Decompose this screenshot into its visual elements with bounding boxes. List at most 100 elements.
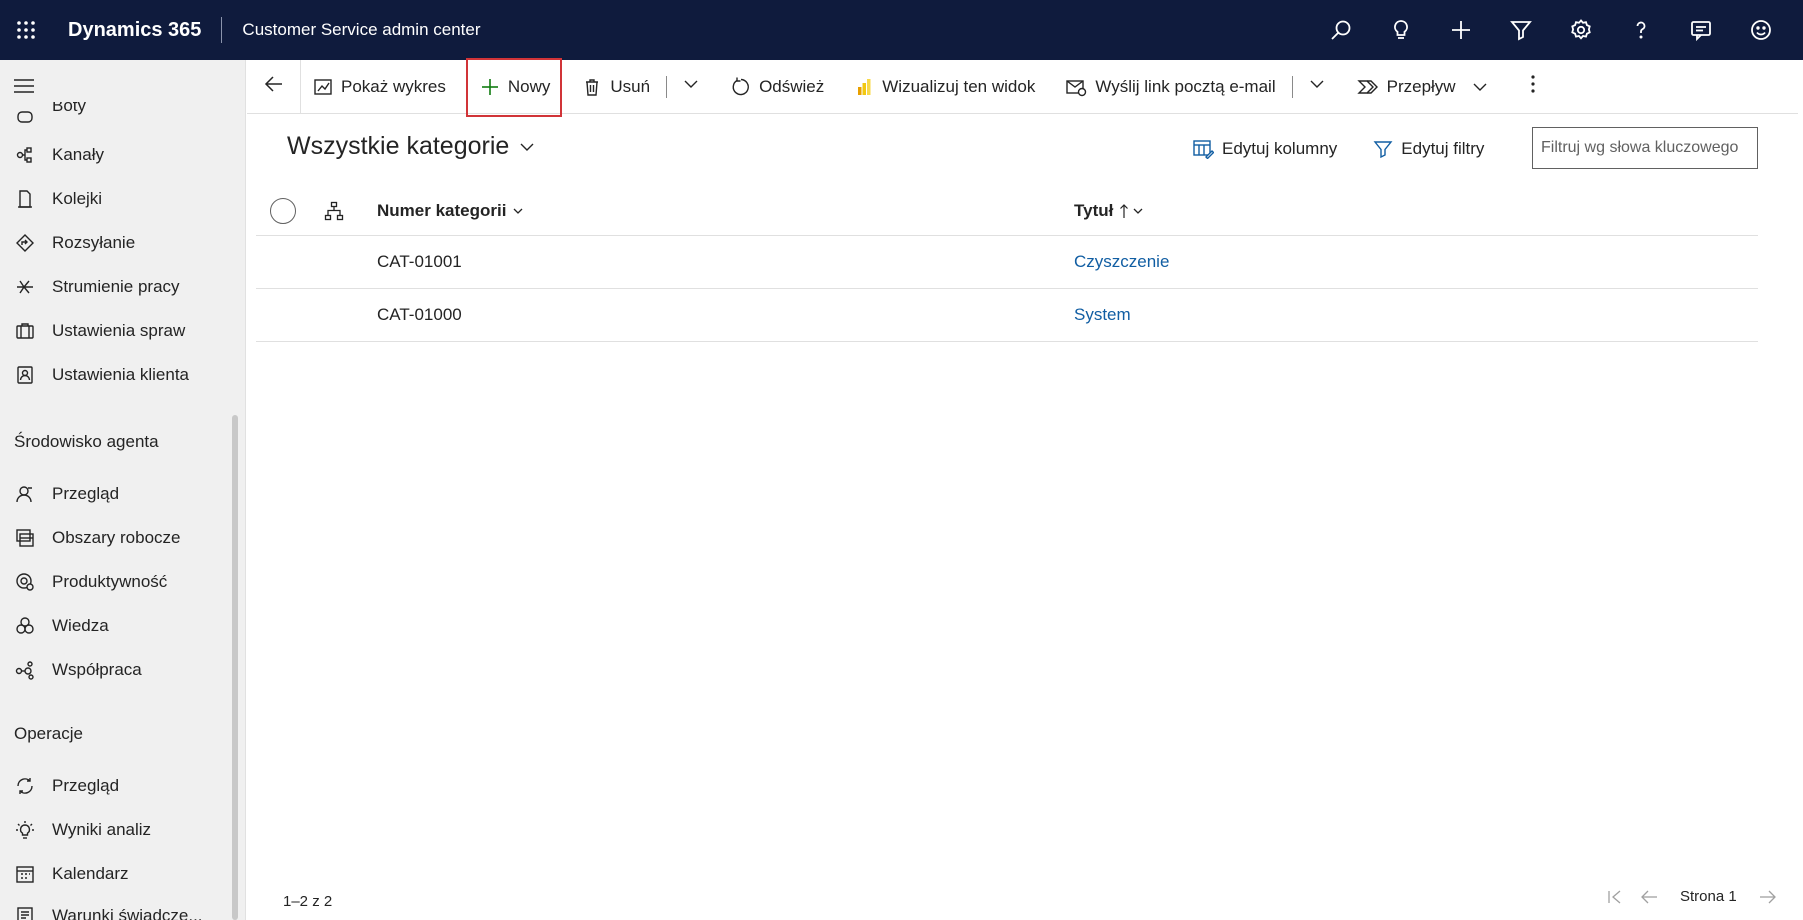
sidebar-item-label: Wyniki analiz: [52, 820, 152, 839]
hierarchy-icon[interactable]: [324, 186, 344, 235]
title-link[interactable]: System: [1074, 289, 1131, 341]
grid-header: Numer kategorii Tytuł: [256, 186, 1758, 236]
visualize-view-button[interactable]: Wizualizuj ten widok: [836, 60, 1047, 114]
sidebar-item-label: Przegląd: [52, 484, 120, 503]
sidebar-item-customer-settings[interactable]: Ustawienia klienta: [0, 355, 230, 395]
sidebar-item-channels[interactable]: Kanały: [0, 135, 230, 175]
sidebar-item-calendar[interactable]: Kalendarz: [0, 854, 230, 894]
sidebar-item-productivity[interactable]: Produktywność: [0, 562, 230, 602]
hamburger-icon[interactable]: [12, 74, 36, 98]
previous-page-icon[interactable]: [1632, 889, 1666, 905]
chevron-down-icon: [512, 205, 524, 217]
chat-icon[interactable]: [1671, 0, 1731, 60]
sidebar-group-operations: Operacje: [14, 724, 83, 743]
routing-icon: [12, 233, 38, 253]
edit-columns-label: Edytuj kolumny: [1222, 139, 1338, 158]
column-header-title[interactable]: Tytuł: [1074, 186, 1144, 235]
filter-icon: [1373, 139, 1393, 159]
sidebar-item-service-terms[interactable]: Warunki świadcze...: [0, 896, 230, 920]
sidebar-item-queues[interactable]: Kolejki: [0, 179, 230, 219]
flow-button[interactable]: Przepływ: [1337, 60, 1500, 114]
workspaces-icon: [12, 528, 38, 548]
productivity-icon: [12, 572, 38, 592]
sidebar-item-knowledge[interactable]: Wiedza: [0, 606, 230, 646]
filter-icon[interactable]: [1491, 0, 1551, 60]
table-row[interactable]: CAT-01000 System: [256, 289, 1758, 342]
email-link-label: Wyślij link pocztą e-mail: [1095, 76, 1276, 96]
chevron-down-icon: [1309, 76, 1325, 97]
power-bi-icon: [854, 77, 874, 97]
next-page-icon[interactable]: [1751, 889, 1785, 905]
edit-columns-icon: [1192, 139, 1214, 159]
app-launcher-icon[interactable]: [0, 0, 52, 60]
help-icon[interactable]: [1611, 0, 1671, 60]
back-button[interactable]: [247, 59, 301, 114]
refresh-button[interactable]: Odśwież: [711, 60, 836, 114]
edit-filters-button[interactable]: Edytuj filtry: [1373, 139, 1484, 159]
sidebar-item-routing[interactable]: Rozsyłanie: [0, 223, 230, 263]
view-selector[interactable]: Wszystkie kategorie: [287, 132, 535, 161]
sidebar-item-workstreams[interactable]: Strumienie pracy: [0, 267, 230, 307]
flow-label: Przepływ: [1386, 76, 1456, 96]
sidebar-scrollbar[interactable]: [232, 415, 238, 920]
pagination: Strona 1: [1598, 888, 1785, 905]
more-commands-button[interactable]: [1500, 60, 1548, 114]
sidebar-item-collaboration[interactable]: Współpraca: [0, 650, 230, 690]
separator: [666, 75, 668, 98]
refresh-label: Odśwież: [759, 76, 825, 96]
select-all-checkbox[interactable]: [270, 186, 296, 235]
sidebar-item-label: Ustawienia spraw: [52, 321, 186, 340]
visualize-view-label: Wizualizuj ten widok: [882, 76, 1036, 96]
category-number-cell: CAT-01001: [377, 252, 462, 271]
edit-columns-button[interactable]: Edytuj kolumny: [1192, 139, 1337, 159]
sidebar-item-case-settings[interactable]: Ustawienia spraw: [0, 311, 230, 351]
sidebar-item-agent-overview[interactable]: Przegląd: [0, 474, 230, 514]
sidebar-item-label: Wiedza: [52, 616, 109, 635]
sidebar-item-label: Boty: [52, 102, 87, 115]
title-link[interactable]: Czyszczenie: [1074, 236, 1169, 288]
chevron-down-icon: [1472, 79, 1488, 95]
sidebar-item-label: Współpraca: [52, 660, 142, 679]
column-header-label: Numer kategorii: [377, 200, 507, 220]
lightbulb-icon[interactable]: [1371, 0, 1431, 60]
gear-icon[interactable]: [1551, 0, 1611, 60]
table-row[interactable]: CAT-01001 Czyszczenie: [256, 236, 1758, 289]
column-header-label: Tytuł: [1074, 200, 1114, 220]
flow-icon: [1356, 77, 1379, 97]
sidebar-item-ops-overview[interactable]: Przegląd: [0, 766, 230, 806]
sidebar-item-label: Kanały: [52, 145, 104, 164]
email-more-dropdown[interactable]: [1297, 60, 1337, 114]
edit-filters-label: Edytuj filtry: [1401, 139, 1485, 158]
view-title: Wszystkie kategorie: [287, 132, 510, 160]
first-page-icon[interactable]: [1598, 889, 1632, 905]
plus-icon[interactable]: [1431, 0, 1491, 60]
top-bar-actions: [1311, 0, 1791, 60]
sidebar-item-insights[interactable]: Wyniki analiz: [0, 810, 230, 850]
view-actions: Edytuj kolumny Edytuj filtry: [1192, 132, 1520, 166]
sidebar-group-agent-experience: Środowisko agenta: [14, 432, 159, 451]
smiley-icon[interactable]: [1731, 0, 1791, 60]
insights-icon: [12, 820, 38, 840]
sidebar-item-label: Kalendarz: [52, 864, 129, 883]
email-link-button[interactable]: Wyślij link pocztą e-mail: [1047, 60, 1287, 114]
back-arrow-icon: [264, 74, 284, 99]
chart-icon: [313, 77, 333, 97]
delete-button[interactable]: Usuń: [562, 60, 662, 114]
collaboration-icon: [12, 660, 38, 680]
sidebar-item-workspaces[interactable]: Obszary robocze: [0, 518, 230, 558]
show-chart-button[interactable]: Pokaż wykres: [301, 60, 458, 114]
search-icon[interactable]: [1311, 0, 1371, 60]
sort-ascending-icon: [1119, 203, 1129, 219]
keyword-filter-input[interactable]: [1532, 127, 1758, 169]
page-label: Strona 1: [1680, 888, 1737, 905]
app-title[interactable]: Customer Service admin center: [242, 20, 480, 40]
column-header-category-number[interactable]: Numer kategorii: [377, 186, 524, 235]
delete-more-dropdown[interactable]: [671, 60, 711, 114]
more-vertical-icon: [1530, 74, 1536, 99]
brand-name[interactable]: Dynamics 365: [68, 17, 223, 43]
workstreams-icon: [12, 277, 38, 297]
calendar-icon: [12, 864, 38, 884]
chevron-down-icon: [519, 139, 535, 155]
top-bar: Dynamics 365 Customer Service admin cent…: [0, 0, 1803, 60]
sidebar-item-bots[interactable]: Boty: [0, 102, 230, 130]
